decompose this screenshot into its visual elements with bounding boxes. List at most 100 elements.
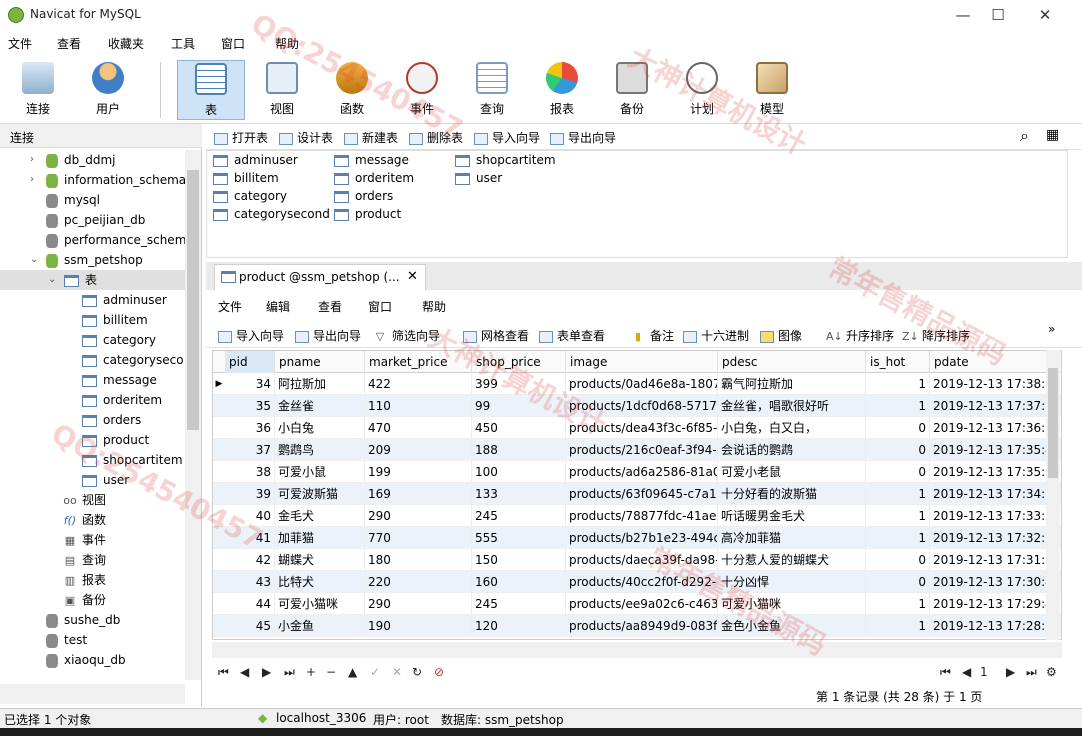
- cell-pdesc[interactable]: 十分惹人爱的蝴蝶犬: [718, 549, 866, 571]
- cell-market_price[interactable]: 770: [365, 527, 472, 549]
- hex-button[interactable]: 十六进制: [683, 327, 749, 344]
- tree-table-orders[interactable]: orders: [82, 410, 141, 430]
- page-last-icon[interactable]: ⏭: [1026, 665, 1037, 680]
- tree-table-adminuser[interactable]: adminuser: [82, 290, 167, 310]
- cell-shop_price[interactable]: 188: [472, 439, 566, 461]
- cell-is_hot[interactable]: 1: [866, 527, 930, 549]
- tree-vertical-scrollbar[interactable]: [185, 150, 201, 680]
- tree-table-orderitem[interactable]: orderitem: [82, 390, 162, 410]
- cell-pname[interactable]: 可爱小猫咪: [275, 593, 365, 615]
- cell-image[interactable]: products/0ad46e8a-1807: [566, 373, 718, 395]
- next-record-icon[interactable]: ▶: [262, 665, 271, 679]
- collapse-arrow-icon[interactable]: ⌄: [48, 270, 56, 290]
- row-indicator[interactable]: [213, 439, 225, 461]
- cell-shop_price[interactable]: 133: [472, 483, 566, 505]
- object-orders[interactable]: orders: [334, 189, 393, 203]
- tree-db-test[interactable]: test: [46, 630, 87, 650]
- object-categorysecond[interactable]: categorysecond: [213, 207, 330, 221]
- cell-pid[interactable]: 39: [225, 483, 275, 505]
- object-category[interactable]: category: [213, 189, 287, 203]
- page-previous-icon[interactable]: ◀: [962, 665, 971, 679]
- table-row[interactable]: 35 金丝雀 110 99 products/1dcf0d68-5717- 金丝雀，唱歌很…: [213, 395, 1061, 417]
- cell-is_hot[interactable]: 1: [866, 505, 930, 527]
- cell-pname[interactable]: 比特犬: [275, 571, 365, 593]
- cell-pid[interactable]: 45: [225, 615, 275, 637]
- export-wizard-button[interactable]: 导出向导: [550, 129, 616, 146]
- delete-table-button[interactable]: 删除表: [409, 129, 463, 146]
- add-record-icon[interactable]: +: [306, 665, 316, 679]
- object-product[interactable]: product: [334, 207, 401, 221]
- cell-pid[interactable]: 42: [225, 549, 275, 571]
- tab-product[interactable]: product @ssm_petshop (... ✕: [214, 264, 426, 290]
- cell-pid[interactable]: 36: [225, 417, 275, 439]
- cell-pdate[interactable]: 2019-12-13 17:38:2: [930, 373, 1048, 395]
- cell-market_price[interactable]: 290: [365, 593, 472, 615]
- table-button[interactable]: 表: [177, 60, 245, 120]
- tree-table-user[interactable]: user: [82, 470, 129, 490]
- cell-pname[interactable]: 蝴蝶犬: [275, 549, 365, 571]
- export-wizard-button-2[interactable]: 导出向导: [295, 327, 361, 344]
- new-table-button[interactable]: 新建表: [344, 129, 398, 146]
- event-button[interactable]: 事件: [388, 60, 456, 120]
- tree-db-db_ddmj[interactable]: › db_ddmj: [30, 150, 116, 170]
- cell-shop_price[interactable]: 160: [472, 571, 566, 593]
- column-header-pname[interactable]: pname: [275, 351, 365, 373]
- cell-is_hot[interactable]: 1: [866, 395, 930, 417]
- object-message[interactable]: message: [334, 153, 409, 167]
- cell-pdesc[interactable]: 会说话的鹦鹉: [718, 439, 866, 461]
- toolbar-overflow-icon[interactable]: »: [1048, 322, 1055, 336]
- object-billitem[interactable]: billitem: [213, 171, 279, 185]
- delete-record-icon[interactable]: −: [326, 665, 336, 679]
- expand-arrow-icon[interactable]: ›: [30, 170, 34, 190]
- tree-node-backups[interactable]: ▣ 备份: [62, 590, 106, 610]
- model-button[interactable]: 模型: [738, 60, 806, 120]
- design-table-button[interactable]: 设计表: [279, 129, 333, 146]
- inner-menu-file[interactable]: 文件: [218, 298, 242, 315]
- cell-image[interactable]: products/216c0eaf-3f94-: [566, 439, 718, 461]
- report-button[interactable]: 报表: [528, 60, 596, 120]
- menu-help[interactable]: 帮助: [275, 35, 299, 52]
- object-shopcartitem[interactable]: shopcartitem: [455, 153, 556, 167]
- search-icon[interactable]: ⌕: [1020, 126, 1029, 146]
- table-row[interactable]: ▶ 34 阿拉斯加 422 399 products/0ad46e8a-1807 霸气阿拉斯…: [213, 373, 1061, 395]
- schedule-button[interactable]: 计划: [668, 60, 736, 120]
- tree-scroll-thumb[interactable]: [187, 170, 199, 430]
- cell-image[interactable]: products/dea43f3c-6f85-: [566, 417, 718, 439]
- tree-node-events[interactable]: ▦ 事件: [62, 530, 106, 550]
- discard-icon[interactable]: ✕: [392, 665, 402, 679]
- tree-node-reports[interactable]: ▥ 报表: [62, 570, 106, 590]
- connect-button[interactable]: 连接: [4, 60, 72, 120]
- table-row[interactable]: 39 可爱波斯猫 169 133 products/63f09645-c7a1- 十分好看…: [213, 483, 1061, 505]
- move-up-icon[interactable]: ▲: [348, 665, 357, 679]
- cell-pid[interactable]: 35: [225, 395, 275, 417]
- tree-db-sushe_db[interactable]: sushe_db: [46, 610, 120, 630]
- page-number-input[interactable]: 1: [980, 665, 988, 679]
- cell-pdate[interactable]: 2019-12-13 17:28:3: [930, 615, 1048, 637]
- cell-shop_price[interactable]: 99: [472, 395, 566, 417]
- object-user[interactable]: user: [455, 171, 502, 185]
- cell-pdate[interactable]: 2019-12-13 17:35:0: [930, 461, 1048, 483]
- column-header-market-price[interactable]: market_price: [365, 351, 472, 373]
- sort-descending-button[interactable]: Z↓ 降序排序: [902, 327, 970, 344]
- cell-pdesc[interactable]: 金色小金鱼: [718, 615, 866, 637]
- cell-shop_price[interactable]: 150: [472, 549, 566, 571]
- cell-market_price[interactable]: 290: [365, 505, 472, 527]
- cell-pname[interactable]: 阿拉斯加: [275, 373, 365, 395]
- cell-pname[interactable]: 加菲猫: [275, 527, 365, 549]
- tree-db-pc_peijian_db[interactable]: pc_peijian_db: [46, 210, 145, 230]
- tree-db-mysql[interactable]: mysql: [46, 190, 100, 210]
- cell-pdesc[interactable]: 小白兔，白又白，: [718, 417, 866, 439]
- grid-vertical-scrollbar[interactable]: [1046, 350, 1060, 640]
- inner-menu-view[interactable]: 查看: [318, 298, 342, 315]
- query-button[interactable]: 查询: [458, 60, 526, 120]
- cell-pname[interactable]: 鹦鹉鸟: [275, 439, 365, 461]
- tree-table-product[interactable]: product: [82, 430, 149, 450]
- row-indicator[interactable]: [213, 571, 225, 593]
- import-wizard-button-2[interactable]: 导入向导: [218, 327, 284, 344]
- cell-pdesc[interactable]: 金丝雀，唱歌很好听: [718, 395, 866, 417]
- cell-is_hot[interactable]: 0: [866, 461, 930, 483]
- cell-market_price[interactable]: 199: [365, 461, 472, 483]
- cell-pdesc[interactable]: 高冷加菲猫: [718, 527, 866, 549]
- tree-db-xiaoqu_db[interactable]: xiaoqu_db: [46, 650, 126, 670]
- sort-ascending-button[interactable]: A↓ 升序排序: [826, 327, 894, 344]
